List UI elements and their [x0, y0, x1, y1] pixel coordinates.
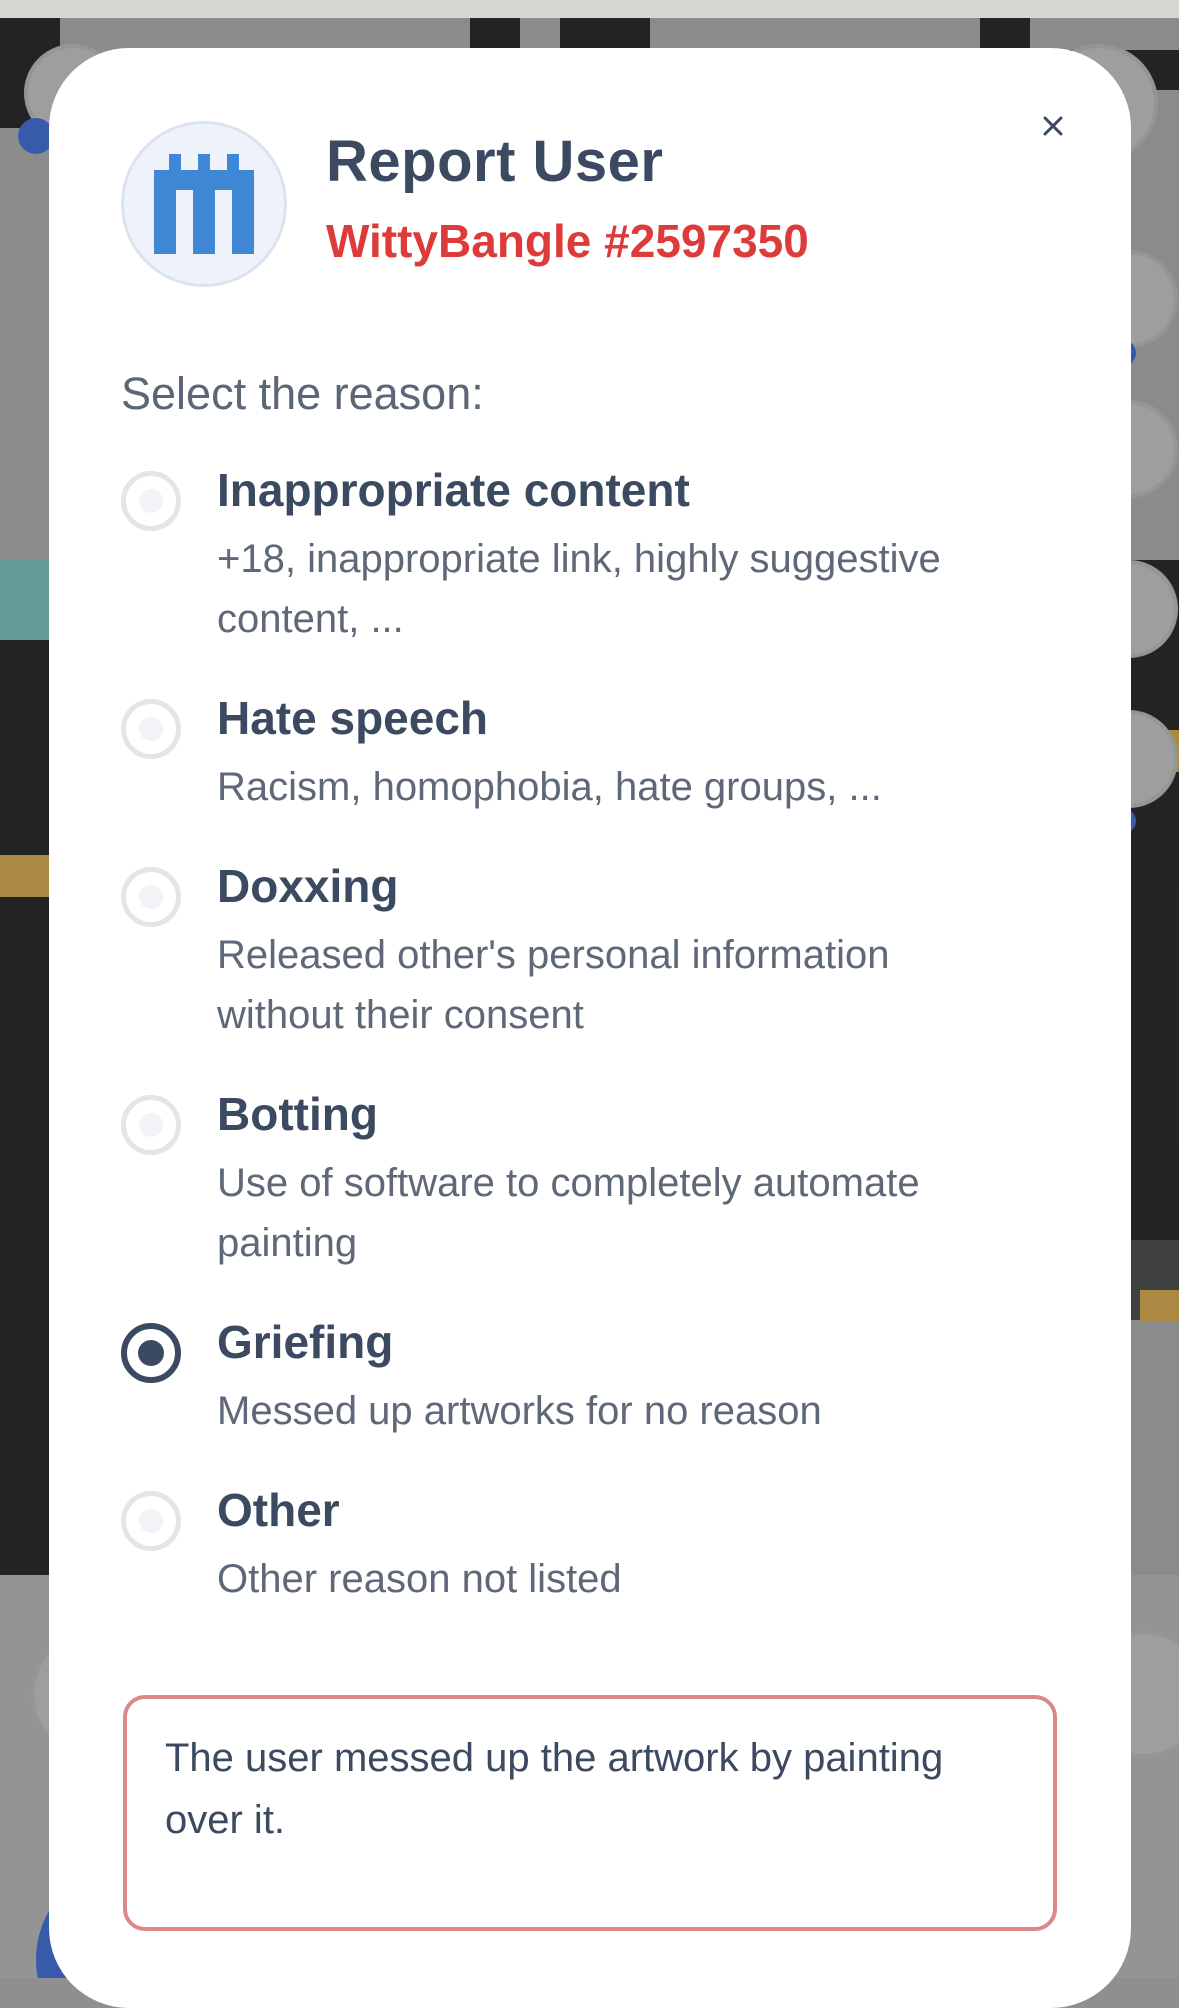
radio-button[interactable]	[121, 1491, 181, 1551]
radio-button[interactable]	[121, 471, 181, 531]
option-label: Doxxing	[217, 860, 399, 912]
radio-button[interactable]	[121, 699, 181, 759]
reported-username: WittyBangle #2597350	[326, 215, 809, 267]
option-description: Messed up artworks for no reason	[217, 1389, 822, 1433]
option-description: Released other's personal information wi…	[217, 933, 890, 1037]
option-description: Use of software to completely automate p…	[217, 1161, 920, 1265]
radio-button[interactable]	[121, 867, 181, 927]
report-comment-textarea[interactable]: The user messed up the artwork by painti…	[123, 1695, 1057, 1931]
option-description: Other reason not listed	[217, 1557, 622, 1601]
pixel-logo-icon	[154, 154, 254, 254]
radio-button-selected[interactable]	[121, 1323, 181, 1383]
reason-prompt: Select the reason:	[121, 368, 484, 419]
close-button[interactable]	[1033, 106, 1073, 146]
option-description: +18, inappropriate link, highly suggesti…	[217, 537, 941, 641]
option-label: Botting	[217, 1088, 378, 1140]
report-user-modal: Report User WittyBangle #2597350 Select …	[49, 48, 1131, 2008]
option-label: Other	[217, 1484, 340, 1536]
option-label: Hate speech	[217, 692, 489, 744]
option-description: Racism, homophobia, hate groups, ...	[217, 765, 882, 809]
option-label: Griefing	[217, 1316, 394, 1368]
option-label: Inappropriate content	[217, 464, 690, 516]
avatar	[121, 121, 287, 287]
modal-title: Report User	[326, 129, 664, 194]
close-icon	[1043, 116, 1063, 136]
radio-button[interactable]	[121, 1095, 181, 1155]
